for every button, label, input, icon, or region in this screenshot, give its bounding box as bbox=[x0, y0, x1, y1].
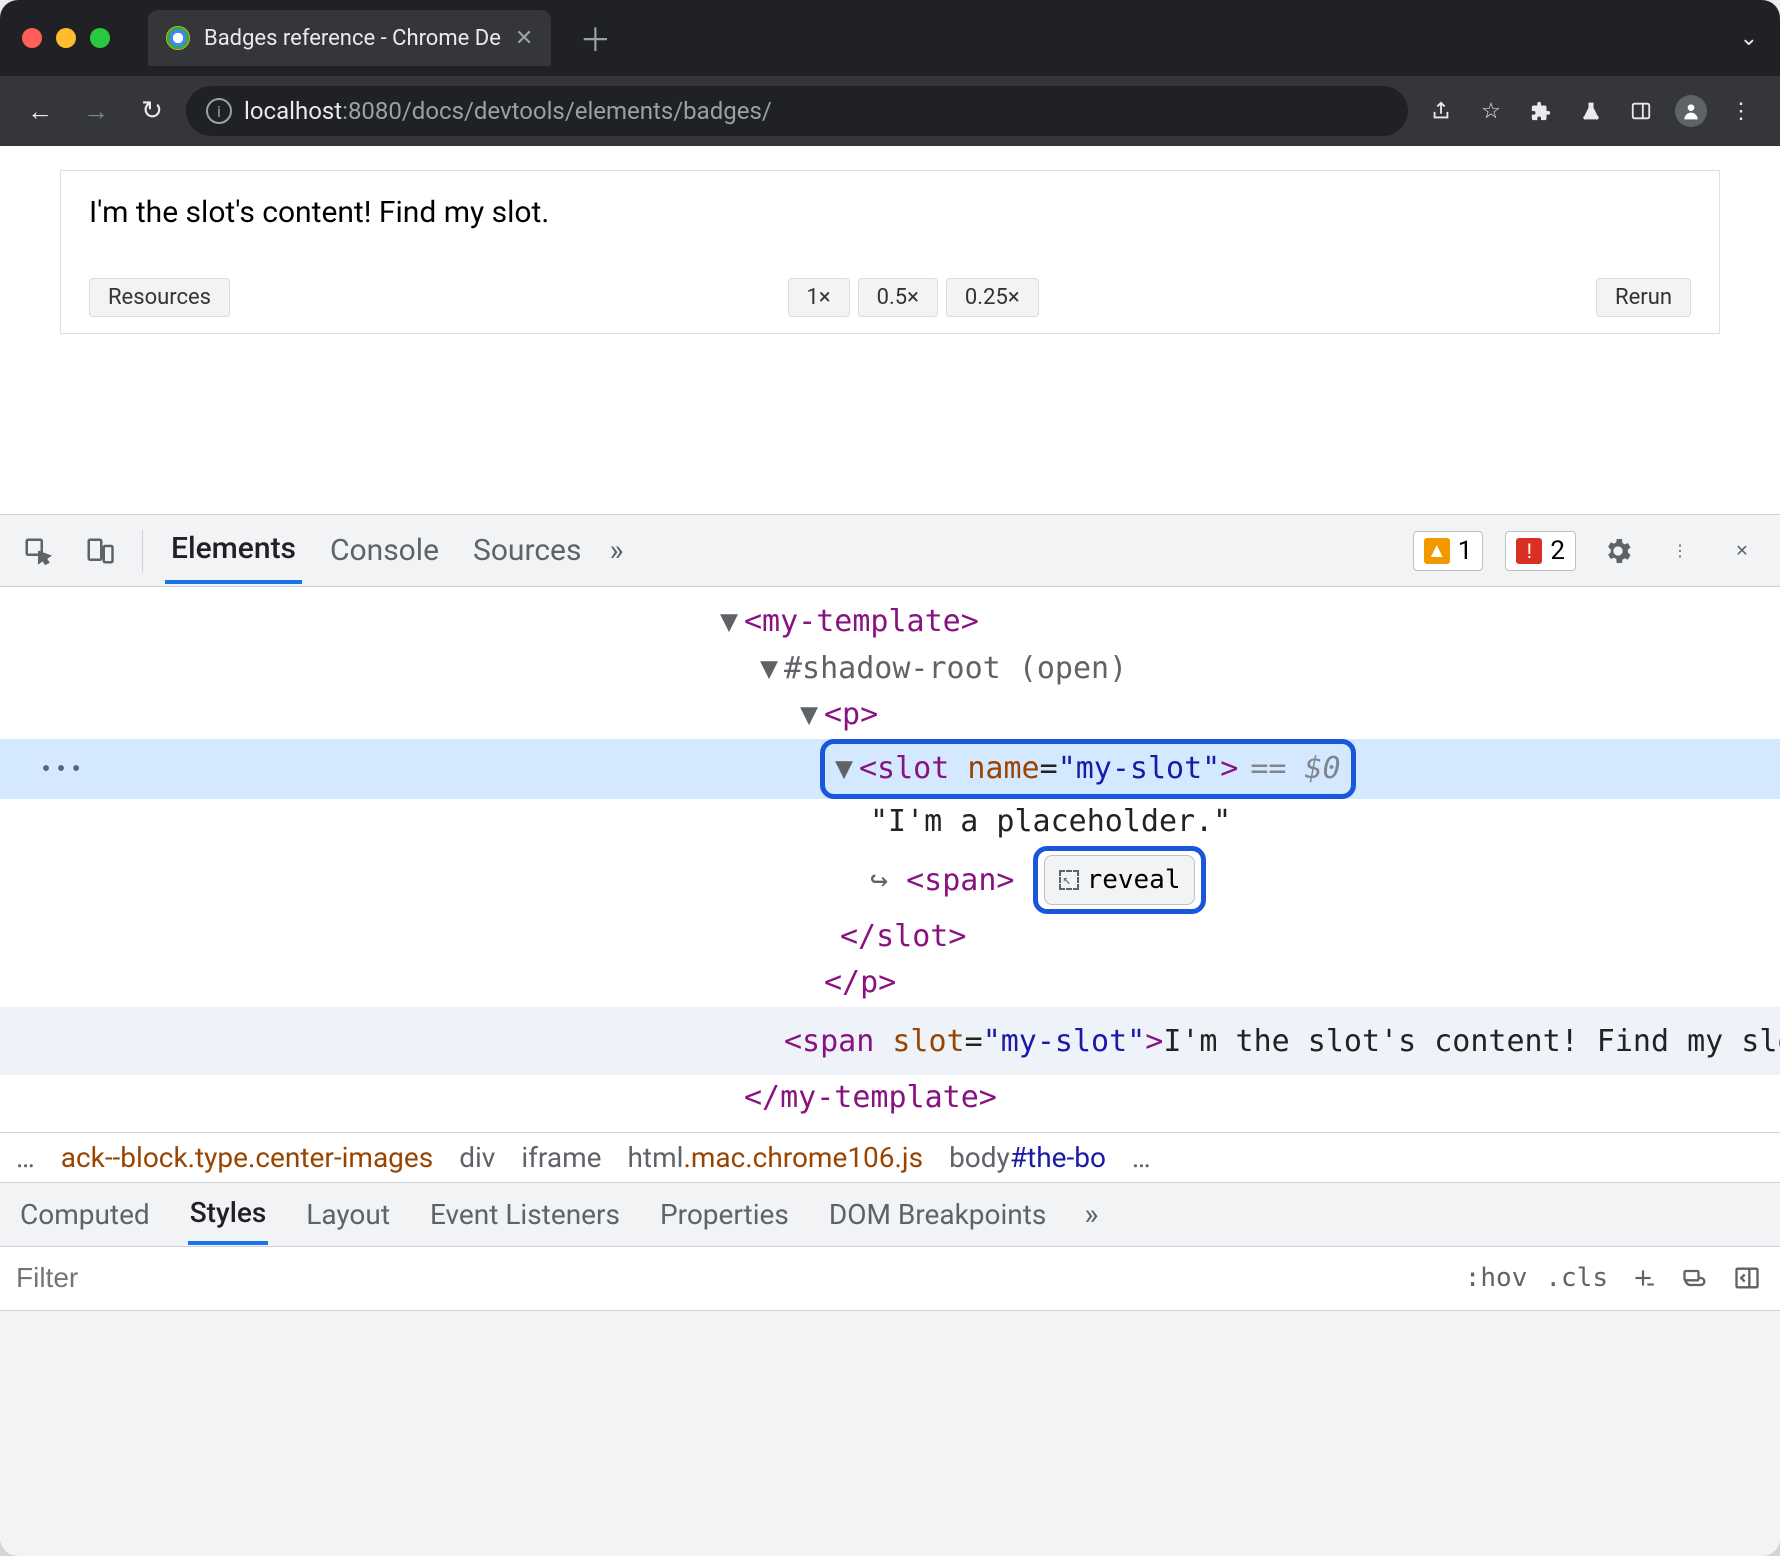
dom-my-template-close[interactable]: </my-template> bbox=[0, 1075, 1780, 1122]
crumb-body[interactable]: body#the-bo bbox=[949, 1141, 1106, 1174]
tab-sources[interactable]: Sources bbox=[467, 519, 587, 582]
subtab-styles[interactable]: Styles bbox=[188, 1184, 269, 1245]
minimize-window-icon[interactable] bbox=[56, 28, 76, 48]
new-style-rule-icon[interactable] bbox=[1626, 1261, 1660, 1295]
dom-slot-open[interactable]: ▼<slot name="my-slot">== $0 bbox=[0, 739, 1780, 800]
chrome-favicon-icon bbox=[166, 26, 190, 50]
url-host: localhost bbox=[244, 97, 342, 125]
page-content: I'm the slot's content! Find my slot. Re… bbox=[0, 146, 1780, 514]
dom-span-reveal[interactable]: ↪ <span> reveal bbox=[0, 846, 1780, 914]
scale-1x-button[interactable]: 1× bbox=[788, 278, 850, 317]
devtools-panel: Elements Console Sources » ▲1 !2 ⋮ ✕ ▼<m… bbox=[0, 514, 1780, 1556]
titlebar: Badges reference - Chrome De ✕ ＋ ⌄ bbox=[0, 0, 1780, 76]
new-tab-button[interactable]: ＋ bbox=[579, 15, 611, 61]
forward-button[interactable]: → bbox=[74, 89, 118, 133]
breadcrumb[interactable]: … ack--block.type.center-images div ifra… bbox=[0, 1132, 1780, 1183]
reveal-badge[interactable]: reveal bbox=[1044, 855, 1196, 905]
labs-icon[interactable] bbox=[1570, 90, 1612, 132]
styles-tabs: Computed Styles Layout Event Listeners P… bbox=[0, 1183, 1780, 1247]
crumb-html[interactable]: html.mac.chrome106.js bbox=[628, 1141, 924, 1174]
crumb-1[interactable]: ack--block.type.center-images bbox=[61, 1141, 433, 1174]
scale-025x-button[interactable]: 0.25× bbox=[946, 278, 1039, 317]
devtools-tabs: Elements Console Sources » ▲1 !2 ⋮ ✕ bbox=[0, 515, 1780, 587]
error-count: 2 bbox=[1550, 536, 1565, 566]
styles-filter-input[interactable] bbox=[16, 1262, 1447, 1294]
settings-icon[interactable] bbox=[1598, 531, 1638, 571]
dom-my-template-open[interactable]: ▼<my-template> bbox=[0, 599, 1780, 646]
subtab-dom-breakpoints[interactable]: DOM Breakpoints bbox=[827, 1186, 1049, 1243]
errors-pill[interactable]: !2 bbox=[1505, 531, 1576, 571]
styles-filter-row: :hov .cls bbox=[0, 1247, 1780, 1311]
subtab-event-listeners[interactable]: Event Listeners bbox=[428, 1186, 622, 1243]
dom-shadow-root[interactable]: ▼#shadow-root (open) bbox=[0, 646, 1780, 693]
url-port: :8080 bbox=[342, 97, 402, 125]
devtools-menu-icon[interactable]: ⋮ bbox=[1660, 531, 1700, 571]
site-info-icon[interactable]: i bbox=[206, 98, 232, 124]
warning-icon: ▲ bbox=[1424, 538, 1450, 564]
reveal-badge-icon bbox=[1059, 870, 1079, 890]
tabs-dropdown-icon[interactable]: ⌄ bbox=[1740, 26, 1758, 51]
bookmark-icon[interactable]: ☆ bbox=[1470, 90, 1512, 132]
resources-button[interactable]: Resources bbox=[89, 278, 230, 317]
reload-button[interactable]: ↻ bbox=[130, 89, 174, 133]
warnings-pill[interactable]: ▲1 bbox=[1413, 531, 1484, 571]
dom-p-open[interactable]: ▼<p> bbox=[0, 692, 1780, 739]
slot-content-text: I'm the slot's content! Find my slot. bbox=[89, 195, 1691, 230]
tab-close-icon[interactable]: ✕ bbox=[515, 26, 533, 51]
device-toggle-icon[interactable] bbox=[80, 531, 120, 571]
tab-title: Badges reference - Chrome De bbox=[204, 26, 501, 51]
crumb-ellipsis-left: … bbox=[16, 1141, 35, 1174]
subtab-computed[interactable]: Computed bbox=[18, 1186, 152, 1243]
dom-slot-close[interactable]: </slot> bbox=[0, 914, 1780, 961]
dom-span-slot[interactable]: <span slot="my-slot">I'm the slot's cont… bbox=[0, 1007, 1780, 1075]
close-window-icon[interactable] bbox=[22, 28, 42, 48]
color-format-icon[interactable] bbox=[1678, 1261, 1712, 1295]
example-content-box: I'm the slot's content! Find my slot. Re… bbox=[60, 170, 1720, 334]
toggle-sidebar-icon[interactable] bbox=[1730, 1261, 1764, 1295]
error-icon: ! bbox=[1516, 538, 1542, 564]
dom-tree[interactable]: ▼<my-template> ▼#shadow-root (open) ▼<p>… bbox=[0, 587, 1780, 1132]
crumb-ellipsis-right: … bbox=[1132, 1141, 1151, 1174]
cls-toggle[interactable]: .cls bbox=[1545, 1263, 1608, 1293]
zoom-window-icon[interactable] bbox=[90, 28, 110, 48]
more-tabs-icon[interactable]: » bbox=[609, 533, 623, 568]
close-devtools-icon[interactable]: ✕ bbox=[1722, 531, 1762, 571]
back-button[interactable]: ← bbox=[18, 89, 62, 133]
crumb-iframe[interactable]: iframe bbox=[521, 1141, 601, 1174]
dom-p-close[interactable]: </p> bbox=[0, 960, 1780, 1007]
subtabs-more-icon[interactable]: » bbox=[1084, 1197, 1098, 1232]
url-field[interactable]: i localhost:8080/docs/devtools/elements/… bbox=[186, 86, 1408, 136]
url-path: /docs/devtools/elements/badges/ bbox=[402, 97, 772, 125]
tab-elements[interactable]: Elements bbox=[165, 517, 302, 584]
rerun-button[interactable]: Rerun bbox=[1596, 278, 1691, 317]
inspect-icon[interactable] bbox=[18, 531, 58, 571]
browser-tab[interactable]: Badges reference - Chrome De ✕ bbox=[148, 10, 551, 66]
extensions-icon[interactable] bbox=[1520, 90, 1562, 132]
subtab-layout[interactable]: Layout bbox=[304, 1186, 392, 1243]
url-bar: ← → ↻ i localhost:8080/docs/devtools/ele… bbox=[0, 76, 1780, 146]
dom-placeholder-text[interactable]: "I'm a placeholder." bbox=[0, 799, 1780, 846]
share-icon[interactable] bbox=[1420, 90, 1462, 132]
window-controls bbox=[22, 28, 110, 48]
crumb-div[interactable]: div bbox=[459, 1141, 495, 1174]
side-panel-icon[interactable] bbox=[1620, 90, 1662, 132]
hov-toggle[interactable]: :hov bbox=[1465, 1263, 1528, 1293]
profile-avatar[interactable] bbox=[1670, 90, 1712, 132]
chrome-menu-icon[interactable]: ⋮ bbox=[1720, 90, 1762, 132]
scale-05x-button[interactable]: 0.5× bbox=[858, 278, 938, 317]
tab-console[interactable]: Console bbox=[324, 519, 445, 582]
warning-count: 1 bbox=[1458, 536, 1473, 566]
subtab-properties[interactable]: Properties bbox=[658, 1186, 791, 1243]
